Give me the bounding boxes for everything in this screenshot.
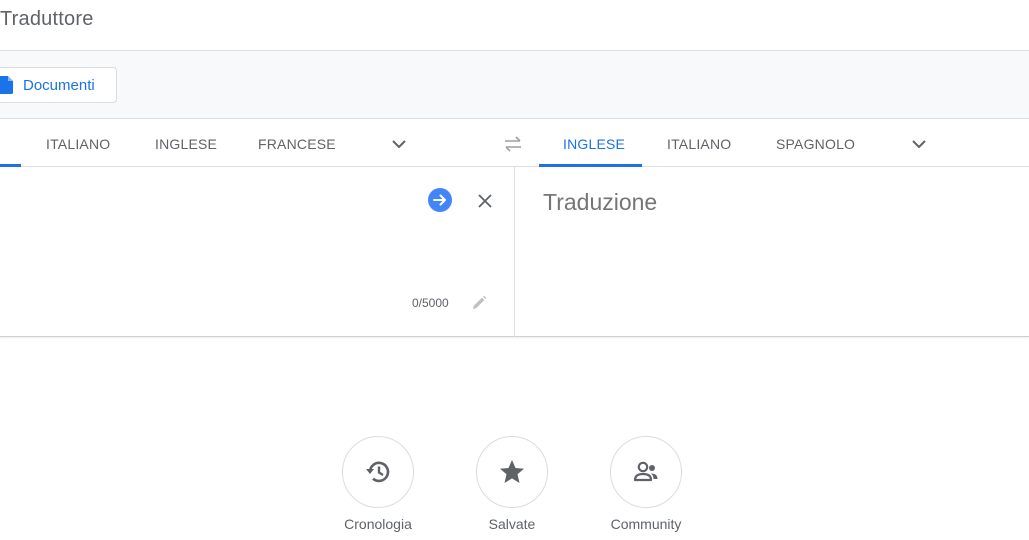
target-lang-tab-italiano[interactable]: ITALIANO bbox=[667, 120, 731, 167]
saved-button[interactable]: Salvate bbox=[457, 436, 567, 532]
target-lang-tab-inglese[interactable]: INGLESE bbox=[563, 120, 625, 167]
documents-label: Documenti bbox=[23, 76, 95, 94]
community-button[interactable]: Community bbox=[591, 436, 701, 532]
community-circle[interactable] bbox=[610, 436, 682, 508]
history-label: Cronologia bbox=[344, 516, 412, 532]
community-label: Community bbox=[610, 516, 682, 532]
panel-divider bbox=[514, 167, 515, 337]
history-button[interactable]: Cronologia bbox=[323, 436, 433, 532]
translation-output: Traduzione bbox=[543, 189, 658, 215]
swap-languages-icon[interactable] bbox=[503, 134, 523, 154]
app-title: Traduttore bbox=[0, 8, 94, 30]
arrow-right-icon bbox=[433, 194, 446, 206]
source-lang-tab-inglese[interactable]: INGLESE bbox=[155, 120, 217, 167]
history-icon bbox=[366, 461, 390, 483]
mode-bar: Documenti bbox=[0, 51, 1029, 119]
history-circle[interactable] bbox=[342, 436, 414, 508]
target-lang-tab-spagnolo[interactable]: SPAGNOLO bbox=[776, 120, 855, 167]
source-lang-more-chevron-icon[interactable] bbox=[389, 134, 409, 154]
star-icon bbox=[500, 460, 524, 483]
clear-text-close-icon[interactable] bbox=[474, 190, 496, 212]
community-icon bbox=[633, 461, 658, 482]
character-count: 0/5000 bbox=[412, 296, 449, 310]
source-lang-tab-italiano[interactable]: ITALIANO bbox=[46, 120, 110, 167]
saved-label: Salvate bbox=[488, 516, 536, 532]
saved-circle[interactable] bbox=[476, 436, 548, 508]
source-lang-tab-francese[interactable]: FRANCESE bbox=[258, 120, 336, 167]
translation-panels: 0/5000 Traduzione bbox=[0, 167, 1029, 337]
documents-button[interactable]: Documenti bbox=[0, 67, 117, 103]
pencil-icon[interactable] bbox=[470, 294, 488, 312]
translate-button[interactable] bbox=[428, 188, 452, 212]
document-icon bbox=[0, 76, 13, 94]
target-lang-more-chevron-icon[interactable] bbox=[909, 134, 929, 154]
